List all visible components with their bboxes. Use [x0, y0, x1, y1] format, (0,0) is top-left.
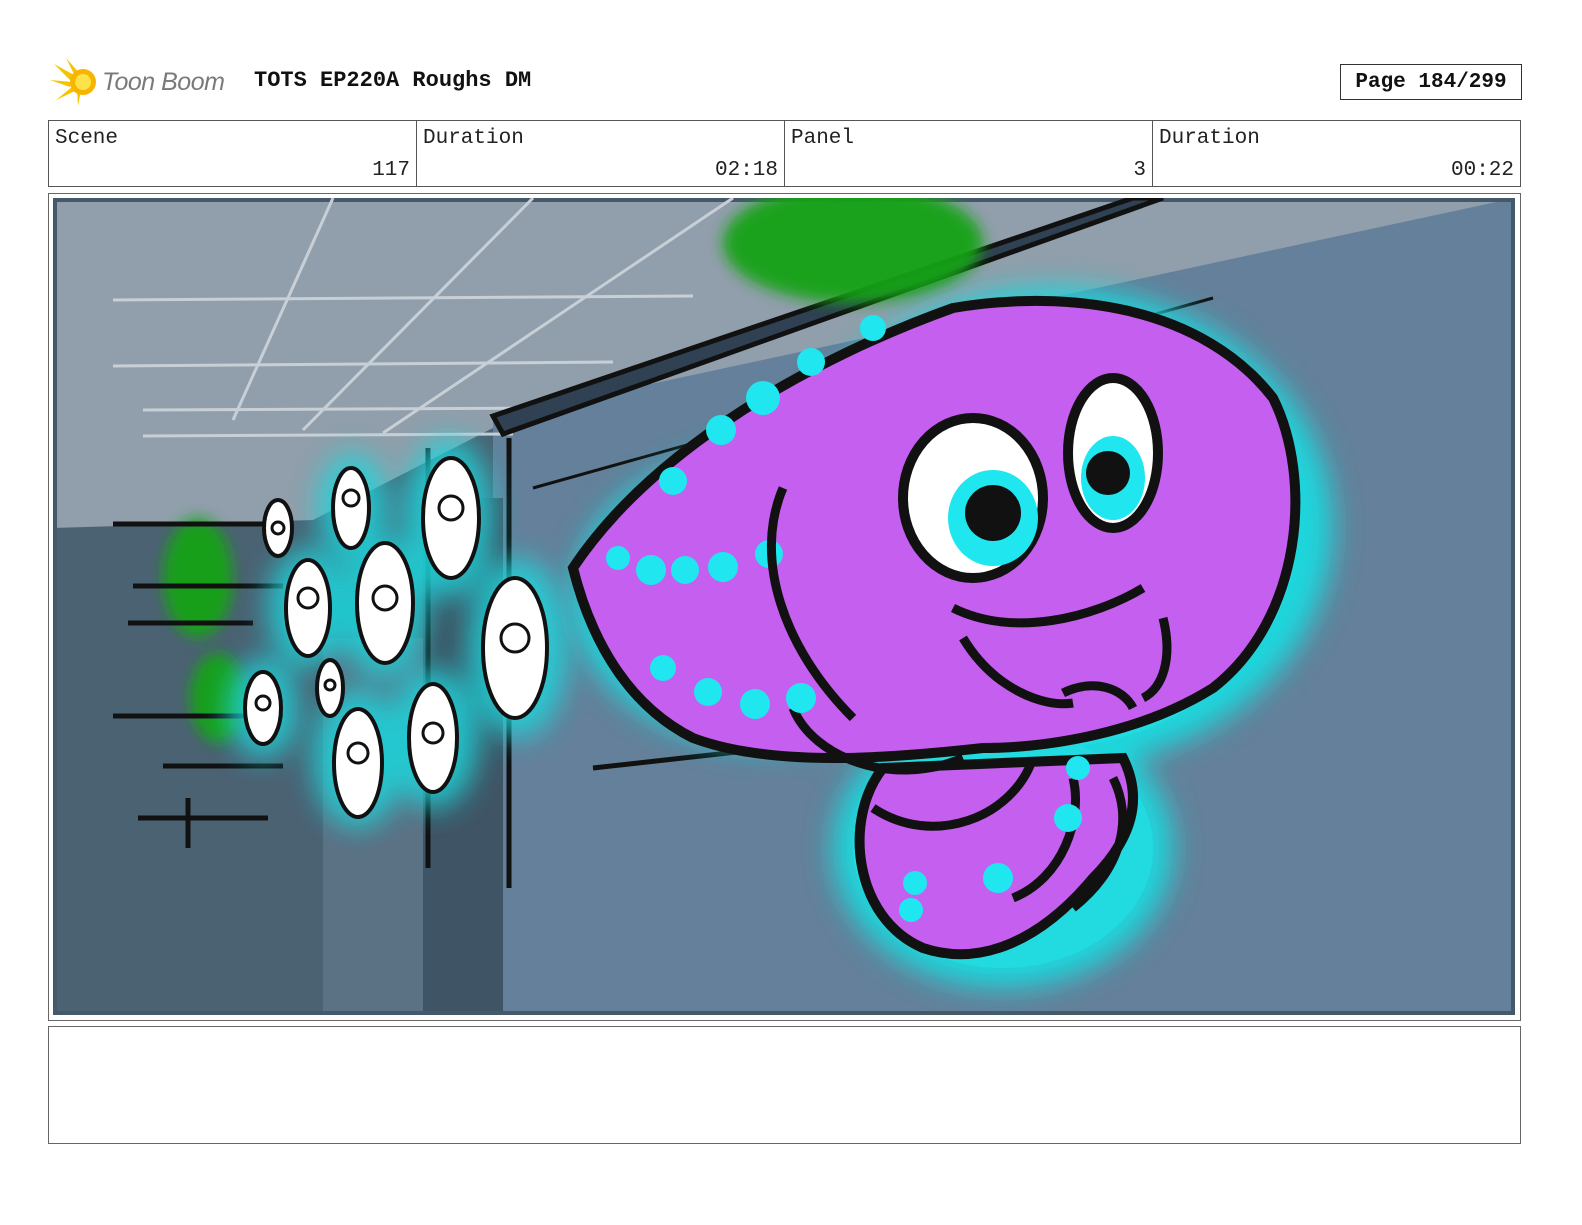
panel-drawing [53, 198, 1515, 1015]
toon-boom-logo: Toon Boom [50, 56, 225, 108]
page-indicator: Page 184/299 [1340, 64, 1522, 100]
scene-info-row: Scene 117 Duration 02:18 Panel 3 Duratio… [48, 120, 1521, 187]
panel-duration-cell: Duration 00:22 [1153, 121, 1520, 186]
toon-boom-sun-icon [50, 58, 96, 106]
header: Toon Boom TOTS EP220A Roughs DM Page 184… [50, 56, 1530, 108]
scene-duration-value: 02:18 [714, 159, 778, 182]
panel-value: 3 [1133, 159, 1146, 182]
scene-label: Scene [55, 127, 119, 150]
logo-wordmark: Toon Boom [102, 67, 225, 96]
storyboard-panel [48, 193, 1521, 1021]
panel-duration-label: Duration [1159, 127, 1260, 150]
scene-value: 117 [372, 159, 410, 182]
notes-box [48, 1026, 1521, 1144]
document-title: TOTS EP220A Roughs DM [254, 68, 532, 93]
panel-cell: Panel 3 [785, 121, 1153, 186]
scene-duration-label: Duration [423, 127, 524, 150]
scene-cell: Scene 117 [49, 121, 417, 186]
panel-label: Panel [791, 127, 855, 150]
scene-duration-cell: Duration 02:18 [417, 121, 785, 186]
panel-duration-value: 00:22 [1450, 159, 1514, 182]
